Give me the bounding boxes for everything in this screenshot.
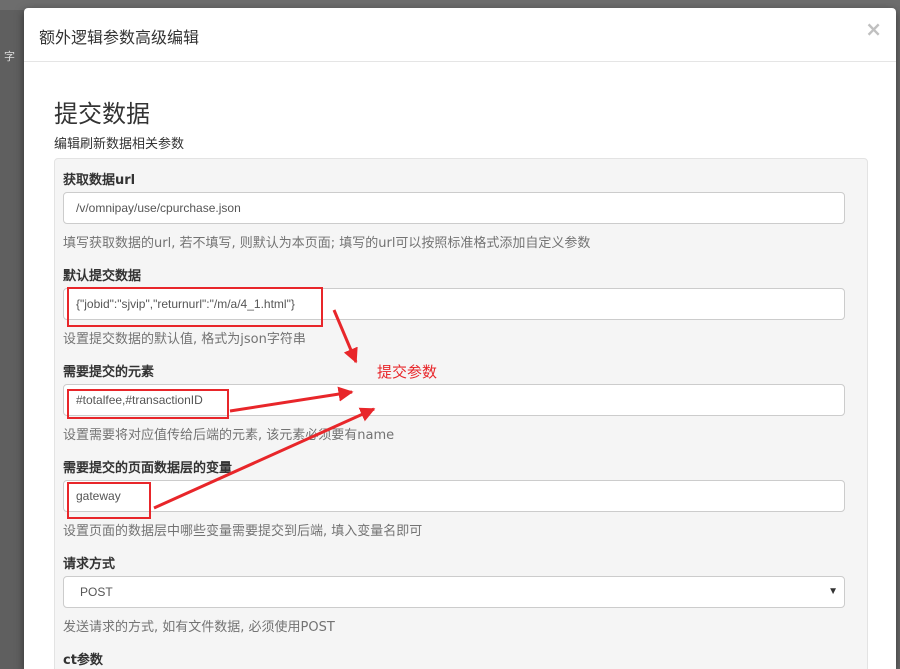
- field-label-fetch-url: 获取数据url: [63, 173, 136, 188]
- background-glyph: 字: [4, 50, 15, 63]
- submit-elements-help: 设置需要将对应值传给后端的元素, 该元素必须要有name: [63, 428, 395, 443]
- data-layer-vars-help: 设置页面的数据层中哪些变量需要提交到后端, 填入变量名即可: [63, 524, 423, 539]
- modal-body: 提交数据 编辑刷新数据相关参数 获取数据url /v/omnipay/use/c…: [24, 62, 896, 669]
- default-data-help: 设置提交数据的默认值, 格式为json字符串: [63, 332, 306, 347]
- field-label-request-method: 请求方式: [63, 557, 116, 572]
- request-method-help: 发送请求的方式, 如有文件数据, 必须使用POST: [63, 620, 335, 635]
- field-label-submit-elements: 需要提交的元素: [63, 365, 155, 380]
- data-layer-vars-input[interactable]: gateway: [63, 480, 845, 512]
- section-title: 提交数据: [54, 100, 150, 128]
- field-label-ct-param: ct参数: [63, 653, 103, 668]
- fetch-url-help: 填写获取数据的url, 若不填写, 则默认为本页面; 填写的url可以按照标准格…: [63, 236, 591, 251]
- field-label-data-layer-vars: 需要提交的页面数据层的变量: [63, 461, 233, 476]
- highlight-box-submit-elements: [67, 389, 229, 419]
- modal-header: 额外逻辑参数高级编辑 ×: [24, 8, 896, 62]
- highlight-box-gateway: [67, 482, 151, 519]
- section-description: 编辑刷新数据相关参数: [54, 137, 185, 152]
- close-button[interactable]: ×: [865, 19, 882, 39]
- modal-title: 额外逻辑参数高级编辑: [39, 28, 200, 47]
- fetch-url-input[interactable]: /v/omnipay/use/cpurchase.json: [63, 192, 845, 224]
- request-method-select[interactable]: POST ▼: [63, 576, 845, 608]
- background-sidebar: 字: [0, 10, 24, 669]
- modal-dialog: 额外逻辑参数高级编辑 × 提交数据 编辑刷新数据相关参数 获取数据url /v/…: [24, 8, 896, 669]
- annotation-label: 提交参数: [377, 363, 438, 381]
- highlight-box-default-data: [67, 287, 323, 327]
- caret-down-icon: ▼: [828, 586, 838, 597]
- request-method-value: POST: [80, 585, 113, 599]
- field-label-default-data: 默认提交数据: [63, 269, 142, 284]
